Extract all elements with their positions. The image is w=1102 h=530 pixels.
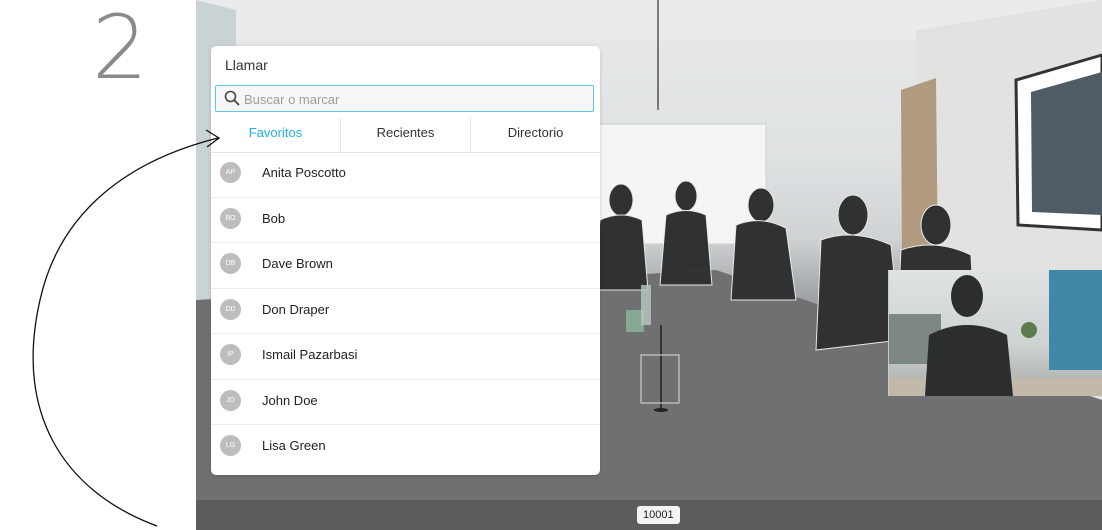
contact-name: Anita Poscotto: [262, 165, 346, 180]
panel-title: Llamar: [225, 57, 268, 73]
avatar: LG: [220, 435, 241, 456]
avatar: DD: [220, 298, 241, 320]
contact-name: Lisa Green: [262, 438, 326, 453]
avatar: JD: [220, 389, 241, 411]
search-input[interactable]: [242, 89, 586, 109]
contact-name: Don Draper: [262, 301, 330, 317]
self-view-person: [925, 275, 1037, 396]
search-box[interactable]: [215, 85, 594, 112]
contact-item[interactable]: DB Dave Brown: [211, 243, 600, 289]
avatar: BO: [220, 207, 241, 229]
contact-name: Bob: [262, 210, 286, 226]
call-id-label: 10001: [637, 506, 680, 524]
contact-list: AP Anita Poscotto BO Bob DB Dave Brown D…: [211, 152, 600, 471]
tab-directorio[interactable]: Directorio: [471, 118, 600, 152]
contact-name: Dave Brown: [262, 256, 333, 271]
avatar: IP: [220, 344, 241, 365]
tab-recientes[interactable]: Recientes: [341, 118, 471, 152]
tab-favoritos[interactable]: Favoritos: [211, 118, 341, 152]
step-number: 2: [92, 0, 148, 99]
call-panel: Llamar Favoritos Recientes Directorio AP…: [211, 46, 600, 475]
search-icon: [224, 90, 240, 106]
avatar: AP: [220, 162, 241, 183]
contact-name: Ismail Pazarbasi: [262, 347, 358, 362]
contact-item[interactable]: AP Anita Poscotto: [211, 152, 600, 198]
contact-item[interactable]: JD John Doe: [211, 380, 600, 425]
contact-item[interactable]: IP Ismail Pazarbasi: [211, 334, 600, 380]
avatar: DB: [220, 253, 241, 274]
contact-name: John Doe: [262, 392, 318, 408]
contact-item[interactable]: DD Don Draper: [211, 289, 600, 334]
tab-bar: Favoritos Recientes Directorio: [211, 118, 600, 153]
contact-item[interactable]: LG Lisa Green: [211, 425, 600, 471]
contact-item[interactable]: BO Bob: [211, 198, 600, 243]
self-view: [888, 270, 1102, 396]
